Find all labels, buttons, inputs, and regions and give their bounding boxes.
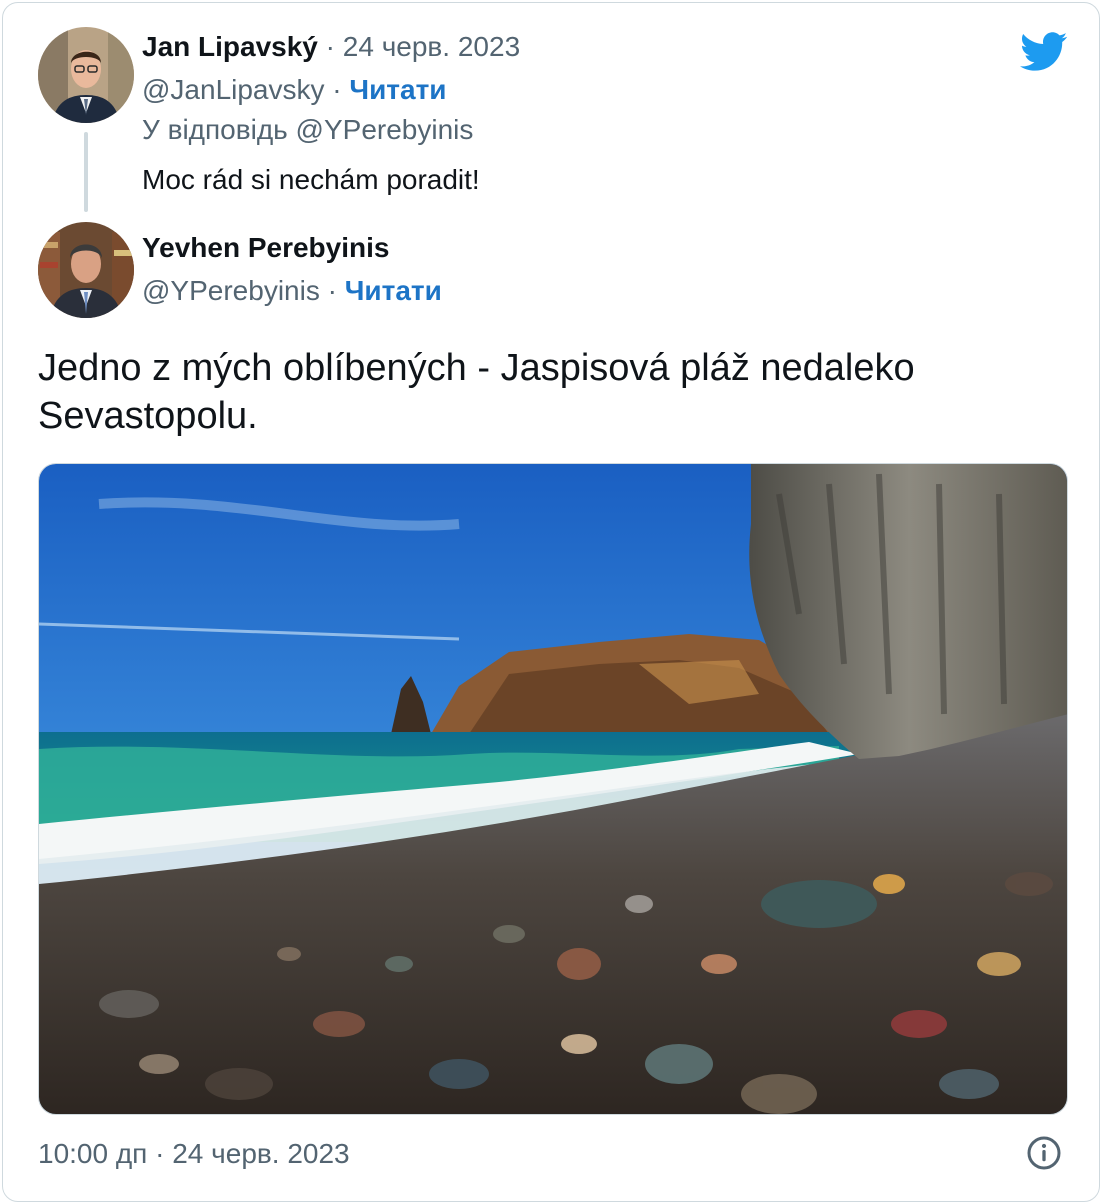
tweet-text: Jedno z mých oblíbených - Jaspisová pláž… [38,347,915,437]
separator: · [325,31,335,62]
avatar-yevhen-perebyinis[interactable] [38,222,134,318]
author-name[interactable]: Jan Lipavský [142,31,318,62]
author-handle[interactable]: @YPerebyinis [142,275,320,306]
tweet-photo[interactable] [38,463,1068,1115]
info-icon[interactable] [1026,1135,1062,1171]
reply-to-line: У відповідь @YPerebyinis [142,112,473,148]
main-author-name-row: Yevhen Perebyinis [142,230,389,266]
reply-to-handle[interactable]: @YPerebyinis [296,114,474,145]
reply-header: Jan Lipavský · 24 черв. 2023 [142,29,520,65]
reply-text: Moc rád si nechám poradit! [142,164,480,195]
twitter-bird-icon[interactable] [1020,32,1068,72]
reply-to-prefix: У відповідь [142,114,288,145]
reply-handle-row: @JanLipavsky · Читати [142,72,447,108]
tweet-date[interactable]: 24 черв. 2023 [343,31,520,62]
main-handle-row: @YPerebyinis · Читати [142,273,442,309]
separator: · [327,275,337,306]
author-handle[interactable]: @JanLipavsky [142,74,325,105]
follow-link[interactable]: Читати [349,74,446,105]
avatar-jan-lipavsky[interactable] [38,27,134,123]
separator: · [332,74,342,105]
tweet-timestamp[interactable]: 10:00 дп · 24 черв. 2023 [38,1136,350,1172]
thread-connector-line [84,132,88,212]
author-name[interactable]: Yevhen Perebyinis [142,232,389,263]
follow-link[interactable]: Читати [345,275,442,306]
